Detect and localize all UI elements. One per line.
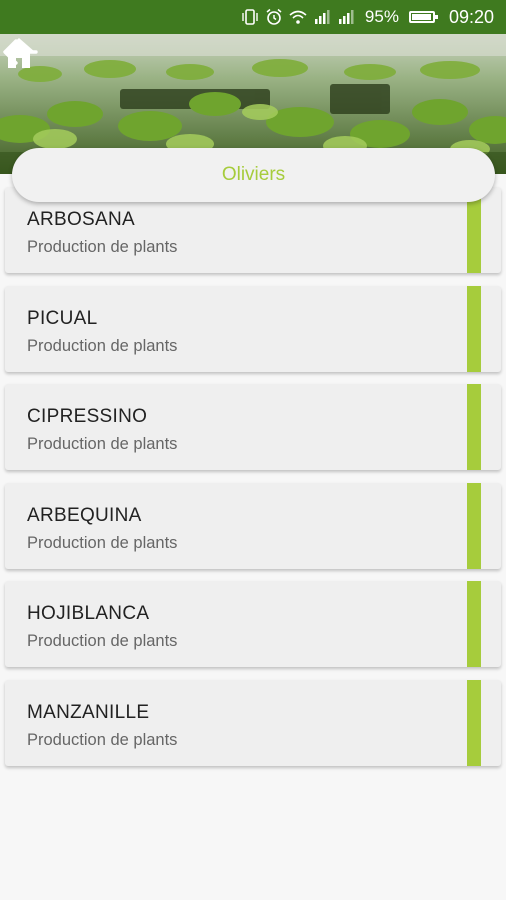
variety-card-manzanille[interactable]: MANZANILLE Production de plants [5, 680, 501, 766]
signal-icon [338, 10, 354, 24]
signal-icon [314, 10, 330, 24]
variety-subtitle: Production de plants [27, 238, 178, 256]
variety-name: CIPRESSINO [27, 406, 148, 427]
variety-name: PICUAL [27, 308, 98, 329]
variety-subtitle: Production de plants [27, 731, 178, 749]
variety-card-arbequina[interactable]: ARBEQUINA Production de plants [5, 483, 501, 569]
variety-subtitle: Production de plants [27, 435, 178, 453]
status-bar: 95% 09:20 [0, 0, 506, 34]
accent-bar [467, 680, 481, 766]
variety-name: HOJIBLANCA [27, 603, 150, 624]
battery-icon [408, 11, 438, 23]
clock: 09:20 [448, 6, 494, 27]
variety-subtitle: Production de plants [27, 534, 178, 552]
variety-subtitle: Production de plants [27, 632, 178, 650]
battery-percent: 95% [364, 7, 399, 26]
accent-bar [467, 286, 481, 372]
wifi-icon [289, 10, 307, 24]
variety-name: ARBEQUINA [27, 505, 142, 526]
accent-bar [467, 581, 481, 667]
variety-card-hojiblanca[interactable]: HOJIBLANCA Production de plants [5, 581, 501, 667]
variety-name: MANZANILLE [27, 702, 150, 723]
variety-card-cipressino[interactable]: CIPRESSINO Production de plants [5, 384, 501, 470]
variety-subtitle: Production de plants [27, 337, 178, 355]
home-icon[interactable] [0, 34, 38, 72]
variety-card-picual[interactable]: PICUAL Production de plants [5, 286, 501, 372]
accent-bar [467, 384, 481, 470]
page-title: Oliviers [12, 148, 495, 202]
accent-bar [467, 483, 481, 569]
variety-name: ARBOSANA [27, 209, 135, 230]
vibrate-icon [242, 9, 258, 25]
alarm-icon [266, 8, 282, 25]
